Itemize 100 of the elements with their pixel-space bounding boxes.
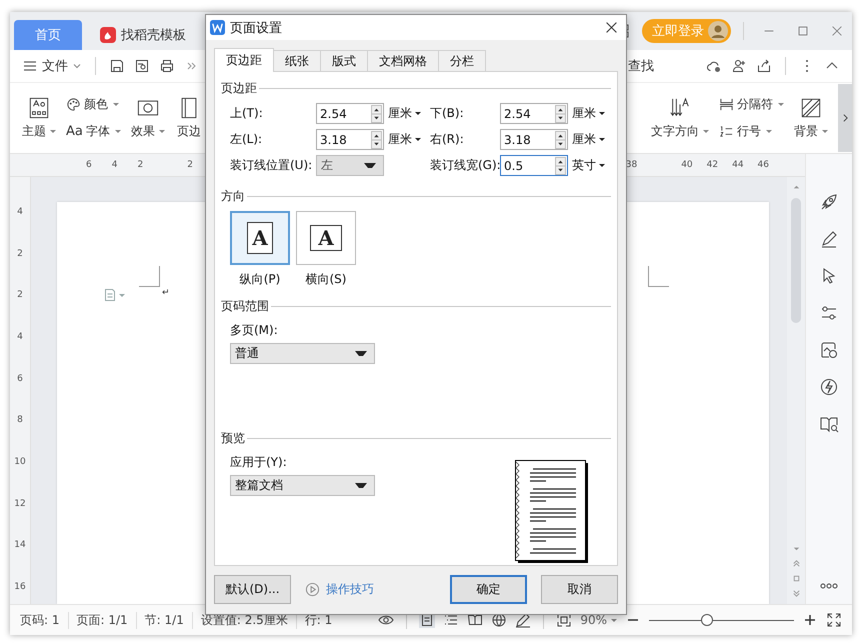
app-tab[interactable]: 找稻壳模板: [90, 20, 196, 50]
play-icon[interactable]: [305, 582, 320, 597]
spin-field[interactable]: 3.18: [316, 129, 384, 150]
zoom-in-icon[interactable]: [802, 612, 818, 628]
ruler-number: 8: [17, 415, 23, 426]
file-menu[interactable]: 文件: [22, 57, 82, 75]
lightning-icon[interactable]: [819, 377, 839, 397]
unit-dropdown[interactable]: 厘米: [384, 131, 426, 148]
ruler-number: 42: [706, 160, 718, 170]
dropdown[interactable]: 普通: [230, 343, 375, 364]
section-title: 预览: [221, 430, 245, 446]
share-icon[interactable]: [756, 58, 772, 74]
unit-dropdown[interactable]: 厘米: [568, 105, 612, 122]
section-title: 页边距: [221, 80, 257, 96]
margin-corner-mark: [139, 266, 160, 287]
dialog-title: 页面设置: [230, 20, 282, 36]
unit-dropdown[interactable]: 英寸: [568, 157, 612, 174]
ruler-number: 16: [14, 582, 26, 592]
app-logo-icon: [210, 20, 225, 35]
fullscreen-icon[interactable]: [826, 612, 842, 628]
margin-corner-mark: [648, 266, 669, 287]
spin-field[interactable]: 2.54: [316, 103, 384, 124]
spin-buttons-icon[interactable]: [371, 104, 382, 122]
pen-icon[interactable]: [515, 612, 532, 628]
theme-icon: [28, 96, 50, 118]
image-tool-icon[interactable]: [819, 340, 839, 360]
spin-buttons-icon[interactable]: [371, 130, 382, 148]
dialog-tab[interactable]: 页边距: [214, 48, 274, 72]
scrollbar-thumb[interactable]: [791, 198, 801, 323]
margins-button[interactable]: 页边: [174, 96, 203, 140]
ruler-number: 10: [14, 456, 26, 467]
spin-field[interactable]: 0.5: [500, 155, 568, 176]
color-button[interactable]: 颜色: [66, 96, 121, 113]
tips-link[interactable]: 操作技巧: [326, 581, 374, 598]
spin-buttons-icon[interactable]: [555, 130, 566, 148]
ruler-number: 40: [681, 160, 693, 170]
paragraph-mark: ↵: [162, 288, 170, 298]
spin-buttons-icon[interactable]: [555, 156, 566, 174]
field-label: 上(T):: [230, 105, 264, 122]
spin-field[interactable]: 3.18: [500, 129, 568, 150]
rocket-icon[interactable]: [819, 192, 839, 212]
orientation-option[interactable]: A: [230, 211, 290, 265]
avatar-icon: [708, 21, 728, 41]
unit-dropdown[interactable]: 厘米: [568, 131, 612, 148]
dropdown[interactable]: 整篇文档: [230, 475, 375, 496]
save-icon[interactable]: [109, 58, 125, 74]
field-label: 左(L):: [230, 131, 264, 148]
export-icon[interactable]: [134, 58, 150, 74]
effect-button[interactable]: 效果: [128, 96, 167, 140]
background-icon: [800, 96, 822, 118]
reading-view-icon[interactable]: [467, 612, 484, 628]
ruler-number: 2: [137, 160, 144, 170]
section-title: 页码范围: [221, 298, 269, 314]
breaks-button[interactable]: 分隔符: [719, 96, 784, 113]
spin-field[interactable]: 2.54: [500, 103, 568, 124]
chevron-down-icon: [72, 61, 82, 71]
maximize-icon[interactable]: [796, 24, 810, 38]
user-add-icon[interactable]: [731, 58, 747, 74]
ruler-number: 2: [17, 290, 23, 300]
status-item[interactable]: 行: 1: [304, 612, 340, 628]
field-label: 应用于(Y):: [230, 454, 288, 471]
ok-button[interactable]: 确定: [450, 575, 527, 604]
status-item[interactable]: 节: 1/1: [144, 612, 193, 628]
ruler-number: 6: [17, 374, 23, 384]
field-label: 下(B):: [429, 105, 465, 122]
ruler-number: 14: [14, 540, 26, 550]
dialog-tab[interactable]: 分栏: [438, 50, 486, 71]
spin-buttons-icon[interactable]: [555, 104, 566, 122]
ruler-number: 2: [17, 248, 23, 259]
section-title: 方向: [221, 188, 245, 204]
ruler-number: 44: [732, 160, 744, 170]
ruler-number: 4: [17, 207, 23, 217]
web-view-icon[interactable]: [491, 612, 508, 628]
chevron-right-icon: [842, 113, 848, 123]
page-break-icon: [719, 97, 734, 112]
line-numbers-button[interactable]: 行号: [719, 123, 784, 140]
print-icon[interactable]: [159, 58, 175, 74]
close-icon[interactable]: [605, 21, 618, 34]
theme-button[interactable]: 主题: [20, 96, 58, 140]
vertical-scrollbar[interactable]: [787, 177, 805, 604]
status-item[interactable]: 页码: 1: [20, 612, 68, 628]
ruler-number: 4: [112, 160, 118, 170]
pen-icon[interactable]: [819, 229, 839, 249]
search-link[interactable]: 查找: [628, 57, 654, 75]
unit-dropdown[interactable]: 厘米: [384, 105, 426, 122]
fit-page-icon[interactable]: [556, 612, 572, 628]
status-item[interactable]: 页面: 1/1: [76, 612, 137, 628]
background-button[interactable]: 背景: [792, 96, 830, 140]
orientation-option[interactable]: A: [296, 211, 356, 265]
font-button[interactable]: Aa 字体: [66, 123, 121, 140]
slider-thumb[interactable]: [701, 614, 713, 626]
more-icon[interactable]: [819, 582, 839, 590]
field-label: 装订线位置(U):: [230, 157, 314, 174]
default-button[interactable]: 默认(D)...: [214, 575, 291, 604]
cancel-button[interactable]: 取消: [541, 575, 618, 604]
palette-icon: [66, 97, 81, 112]
text-direction-button[interactable]: 文字方向: [649, 96, 711, 140]
flame-logo-icon: [100, 27, 116, 43]
field-label: 右(R):: [429, 131, 465, 148]
option-label: 横向(S): [306, 271, 346, 288]
